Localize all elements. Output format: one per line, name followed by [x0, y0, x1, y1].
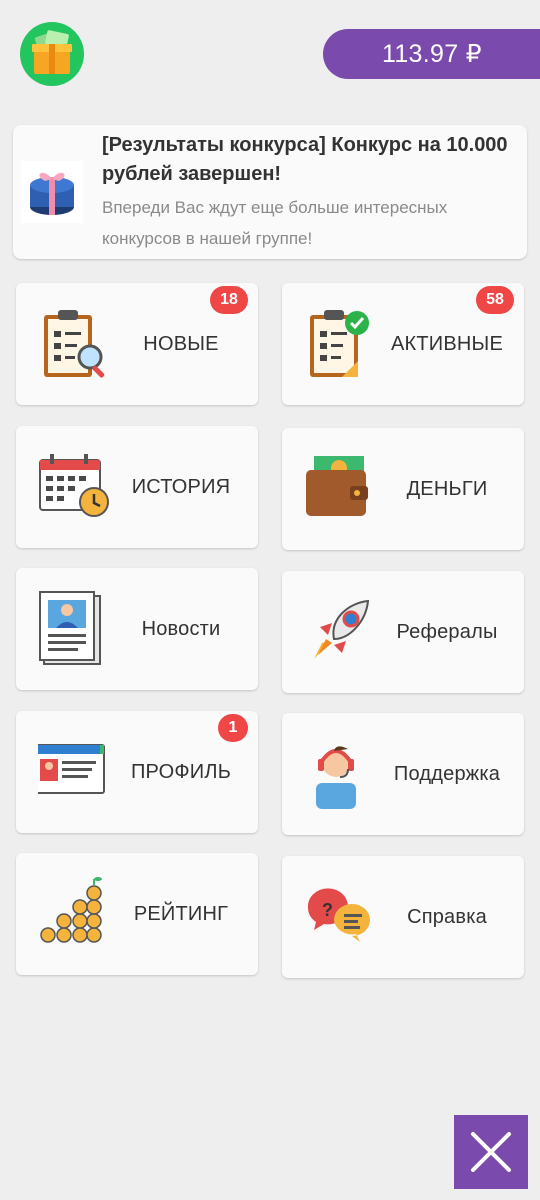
- tile-referrals[interactable]: Рефералы: [282, 571, 524, 693]
- news-card[interactable]: [Результаты конкурса] Конкурс на 10.000 …: [13, 125, 527, 259]
- tile-profile[interactable]: ПРОФИЛЬ 1: [16, 711, 258, 833]
- notification-badge: 58: [476, 286, 514, 314]
- tile-label: ДЕНЬГИ: [406, 477, 488, 500]
- clipboard-search-icon: [44, 310, 105, 378]
- tile-active[interactable]: АКТИВНЫЕ 58: [282, 283, 524, 405]
- close-icon: [471, 1132, 511, 1172]
- tile-support[interactable]: Поддержка: [282, 713, 524, 835]
- tile-history[interactable]: ИСТОРИЯ: [16, 426, 258, 548]
- tile-label: Рефералы: [396, 620, 498, 643]
- coin-stacks-icon: [40, 877, 102, 943]
- tile-label: РЕЙТИНГ: [133, 902, 229, 925]
- tile-label: Новости: [141, 617, 221, 640]
- notification-badge: 1: [218, 714, 248, 742]
- tile-money[interactable]: ДЕНЬГИ: [282, 428, 524, 550]
- tile-help[interactable]: ? Справка: [282, 856, 524, 978]
- app-logo[interactable]: [20, 22, 84, 86]
- tile-label: ИСТОРИЯ: [131, 475, 231, 498]
- tile-new[interactable]: НОВЫЕ 18: [16, 283, 258, 405]
- id-card-icon: [38, 744, 105, 794]
- notification-badge: 18: [210, 286, 248, 314]
- svg-text:?: ?: [322, 900, 333, 920]
- tile-rating[interactable]: РЕЙТИНГ: [16, 853, 258, 975]
- close-button[interactable]: [454, 1115, 528, 1189]
- calendar-clock-icon: [39, 454, 109, 517]
- clipboard-check-icon: [310, 310, 369, 377]
- gift-box-money-icon: [32, 30, 72, 74]
- support-agent-icon: [316, 746, 356, 809]
- tile-label: Справка: [407, 905, 487, 928]
- tile-news[interactable]: Новости: [16, 568, 258, 690]
- balance-display[interactable]: 113.97 ₽: [323, 29, 540, 79]
- news-title: [Результаты конкурса] Конкурс на 10.000 …: [102, 134, 508, 185]
- tile-label: Поддержка: [393, 762, 501, 785]
- chat-bubbles-icon: ?: [307, 888, 370, 942]
- gift-box-icon: [21, 161, 83, 223]
- news-body: Впереди Вас ждут еще больше интересных к…: [102, 198, 448, 248]
- newspaper-icon: [39, 591, 101, 665]
- wallet-icon: [306, 456, 368, 516]
- rocket-icon: [314, 599, 370, 659]
